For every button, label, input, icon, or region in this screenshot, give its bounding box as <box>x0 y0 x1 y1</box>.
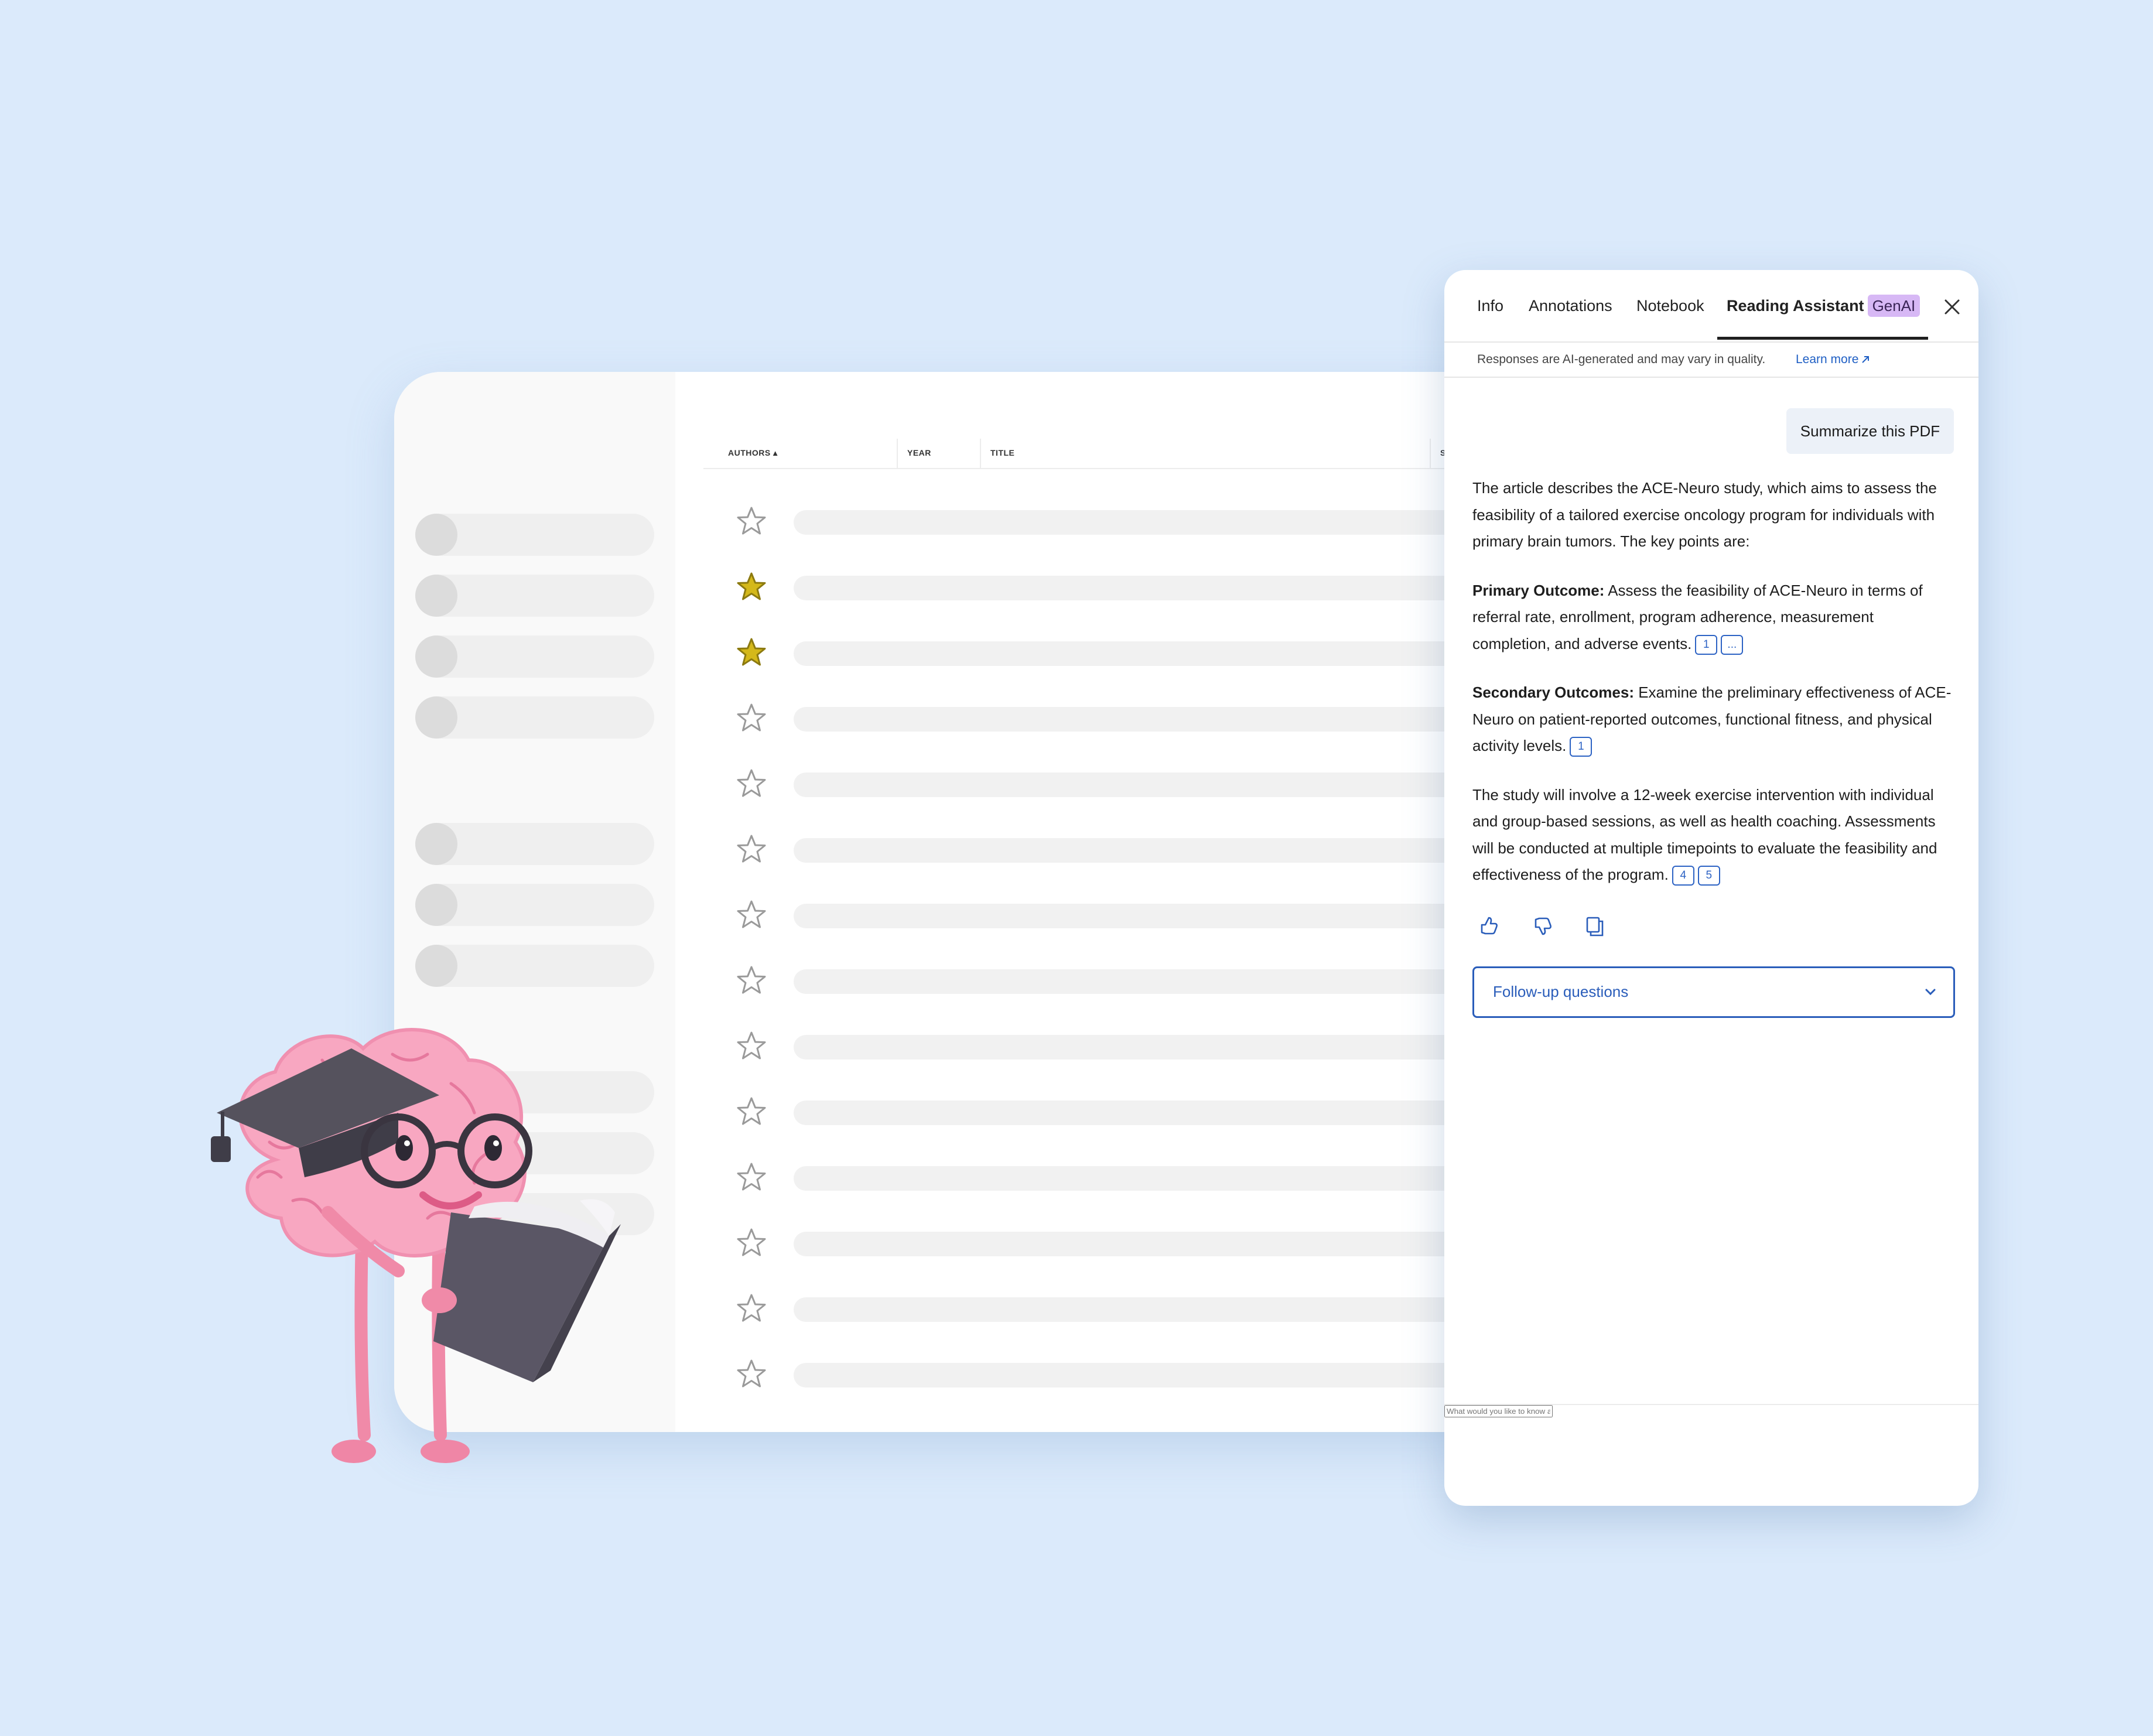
learn-more-link[interactable]: Learn more <box>1796 353 1870 367</box>
star-outline-icon[interactable] <box>734 898 769 933</box>
sidebar-item-icon <box>415 514 457 556</box>
sidebar-item[interactable] <box>415 635 654 678</box>
table-row[interactable] <box>734 1029 1507 1064</box>
close-icon[interactable] <box>1942 297 1962 317</box>
placeholder-bar <box>794 1297 1507 1322</box>
star-filled-icon[interactable] <box>734 635 769 671</box>
answer-secondary-outcomes: Secondary Outcomes: Examine the prelimin… <box>1472 679 1954 760</box>
table-row[interactable] <box>734 635 1507 671</box>
sidebar-item-icon <box>415 945 457 987</box>
table-row[interactable] <box>734 504 1507 539</box>
copy-icon[interactable] <box>1583 913 1608 939</box>
question-input[interactable] <box>1444 1405 1553 1417</box>
tab-notebook[interactable]: Notebook <box>1636 293 1704 318</box>
citation-chip[interactable]: 1 <box>1570 737 1592 757</box>
sidebar-item[interactable] <box>415 945 654 987</box>
placeholder-bar <box>794 510 1507 535</box>
secondary-outcomes-label: Secondary Outcomes: <box>1472 684 1634 701</box>
citation-chip[interactable]: 1 <box>1695 634 1718 655</box>
placeholder-bar <box>794 904 1507 928</box>
sidebar-item[interactable] <box>415 696 654 739</box>
placeholder-bar <box>794 773 1507 797</box>
follow-up-questions-label: Follow-up questions <box>1493 983 1629 1000</box>
table-row[interactable] <box>734 898 1507 933</box>
table-row[interactable] <box>734 1160 1507 1195</box>
placeholder-bar <box>794 576 1507 600</box>
sidebar-item-icon <box>415 884 457 926</box>
placeholder-bar <box>794 969 1507 994</box>
star-outline-icon[interactable] <box>734 1095 769 1130</box>
table-row[interactable] <box>734 1291 1507 1327</box>
table-row[interactable] <box>734 963 1507 999</box>
placeholder-bar <box>794 707 1507 732</box>
star-outline-icon[interactable] <box>734 1160 769 1195</box>
placeholder-bar <box>794 838 1507 863</box>
placeholder-bar <box>794 1363 1507 1388</box>
star-outline-icon[interactable] <box>734 963 769 999</box>
active-tab-indicator <box>1717 337 1928 340</box>
sidebar-item[interactable] <box>415 575 654 617</box>
table-row[interactable] <box>734 767 1507 802</box>
chevron-down-icon <box>1925 989 1936 996</box>
genai-badge: GenAI <box>1867 295 1920 317</box>
table-row[interactable] <box>734 570 1507 605</box>
summarize-pdf-button[interactable]: Summarize this PDF <box>1786 408 1954 454</box>
table-row[interactable] <box>734 1226 1507 1261</box>
primary-outcome-label: Primary Outcome: <box>1472 581 1605 599</box>
citation-chip[interactable]: 5 <box>1697 866 1720 886</box>
placeholder-bar <box>794 641 1507 666</box>
external-link-icon <box>1862 356 1870 363</box>
question-input-area <box>1444 1404 1978 1506</box>
star-outline-icon[interactable] <box>734 1226 769 1261</box>
placeholder-bar <box>794 1035 1507 1060</box>
thumbs-down-icon[interactable] <box>1530 913 1556 939</box>
column-header-authors[interactable]: AUTHORS ▴ <box>728 448 778 458</box>
sidebar-item-icon <box>415 823 457 865</box>
assistant-answer: The article describes the ACE-Neuro stud… <box>1472 475 1954 911</box>
placeholder-bar <box>794 1166 1507 1191</box>
tab-info[interactable]: Info <box>1477 293 1503 318</box>
disclaimer-text: Responses are AI-generated and may vary … <box>1477 353 1766 366</box>
sidebar-item[interactable] <box>415 823 654 865</box>
tab-annotations[interactable]: Annotations <box>1529 293 1612 318</box>
table-row[interactable] <box>734 832 1507 867</box>
citation-chip[interactable]: 4 <box>1672 866 1694 886</box>
table-header: AUTHORS ▴ YEAR TITLE SOU <box>703 439 1507 469</box>
sidebar-item-icon <box>415 696 457 739</box>
tab-reading-assistant[interactable]: Reading Assistant GenAI <box>1727 293 1920 318</box>
star-outline-icon[interactable] <box>734 1029 769 1064</box>
star-outline-icon[interactable] <box>734 767 769 802</box>
sidebar-item[interactable] <box>415 514 654 556</box>
sidebar-item-icon <box>415 575 457 617</box>
tab-reading-assistant-label: Reading Assistant <box>1727 297 1864 315</box>
column-header-title[interactable]: TITLE <box>990 448 1014 457</box>
star-outline-icon[interactable] <box>734 504 769 539</box>
placeholder-bar <box>794 1232 1507 1256</box>
star-outline-icon[interactable] <box>734 832 769 867</box>
star-outline-icon[interactable] <box>734 1357 769 1392</box>
learn-more-label: Learn more <box>1796 353 1859 366</box>
table-row[interactable] <box>734 1095 1507 1130</box>
star-outline-icon[interactable] <box>734 701 769 736</box>
thumbs-up-icon[interactable] <box>1476 913 1502 939</box>
answer-intro: The article describes the ACE-Neuro stud… <box>1472 479 1937 550</box>
follow-up-questions-dropdown[interactable]: Follow-up questions <box>1472 966 1955 1018</box>
star-outline-icon[interactable] <box>734 1291 769 1327</box>
brain-mascot-illustration <box>211 1027 621 1463</box>
reading-assistant-panel: Info Annotations Notebook Reading Assist… <box>1444 270 1978 1506</box>
column-header-year[interactable]: YEAR <box>907 448 931 457</box>
placeholder-bar <box>794 1101 1507 1125</box>
answer-closing: The study will involve a 12-week exercis… <box>1472 782 1954 888</box>
panel-tabs: Info Annotations Notebook Reading Assist… <box>1444 270 1978 343</box>
sidebar-item-icon <box>415 635 457 678</box>
ai-disclaimer: Responses are AI-generated and may vary … <box>1444 343 1978 378</box>
table-row[interactable] <box>734 701 1507 736</box>
sidebar-item[interactable] <box>415 884 654 926</box>
answer-primary-outcome: Primary Outcome: Assess the feasibility … <box>1472 577 1954 658</box>
table-row[interactable] <box>734 1357 1507 1392</box>
star-filled-icon[interactable] <box>734 570 769 605</box>
citation-chip-more[interactable]: ... <box>1721 634 1744 655</box>
